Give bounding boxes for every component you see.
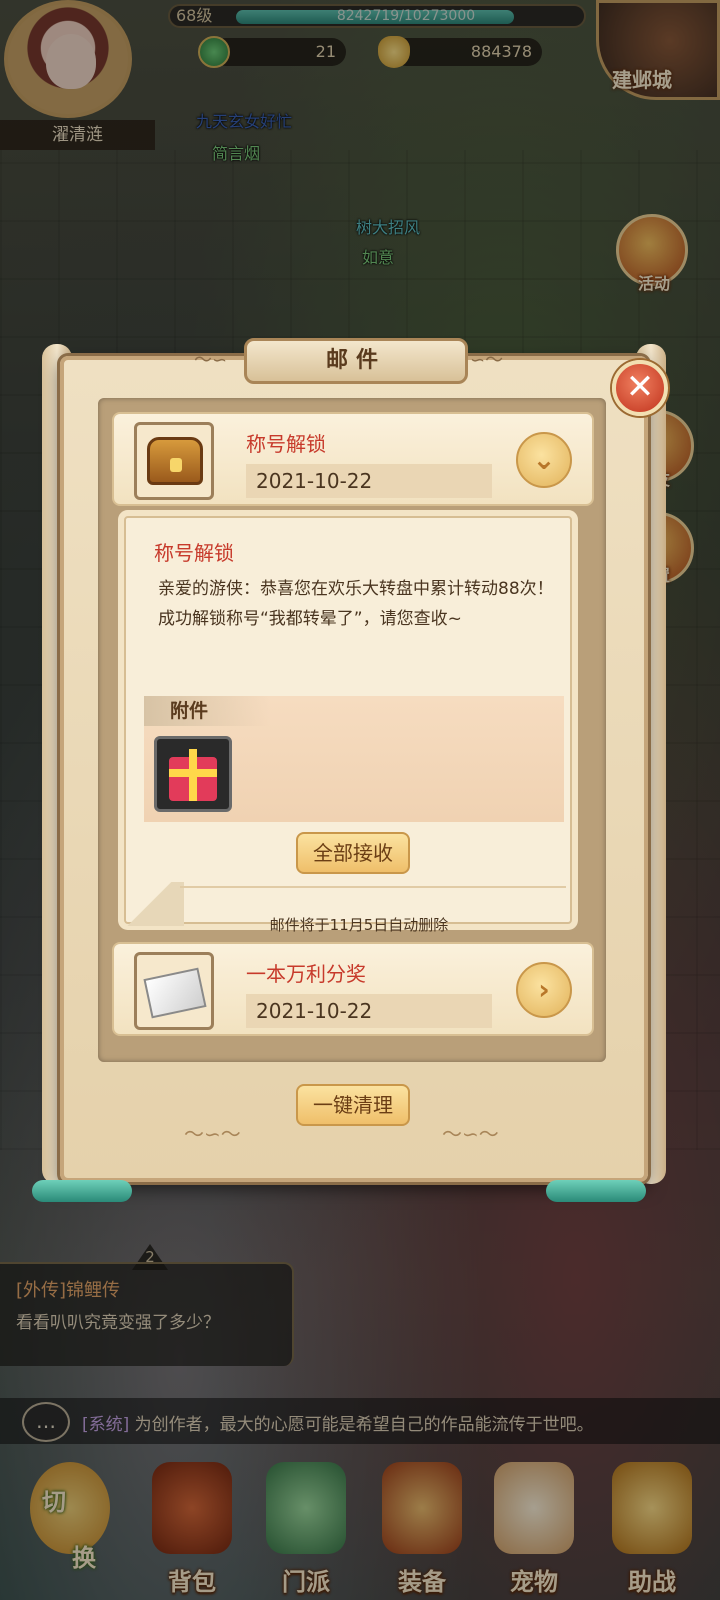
mail-title: 称号解锁 [246,432,326,456]
chevron-down-icon: ⌄ [532,443,556,476]
mail-title: 一本万利分奖 [246,962,366,986]
mail-date: 2021-10-22 [246,464,492,498]
attachment-slot[interactable] [154,736,232,812]
detail-title: 称号解锁 [154,541,234,565]
attachment-label: 附件 [144,696,270,726]
receive-all-button[interactable]: 全部接收 [296,832,410,874]
dialog-title: 邮件 [244,338,468,384]
treasure-chest-icon [134,422,214,500]
detail-body: 亲爱的游侠：恭喜您在欢乐大转盘中累计转动88次！成功解锁称号“我都转晕了”，请您… [158,579,554,629]
chevron-right-icon: › [538,973,550,1006]
clean-all-button[interactable]: 一键清理 [296,1084,410,1126]
title-ornament-right: ∽～ [470,350,504,371]
mail-item[interactable]: 一本万利分奖 2021-10-22 › [112,942,594,1036]
divider [180,886,566,888]
footer-ornament-left: ～∽～ [184,1122,241,1146]
envelope-icon [134,952,214,1030]
collapse-button[interactable]: ⌄ [516,432,572,488]
cloud-ornament [546,1180,646,1202]
envelope-shape [143,967,207,1019]
mail-date: 2021-10-22 [246,994,492,1028]
cloud-ornament [32,1180,132,1202]
open-button[interactable]: › [516,962,572,1018]
close-icon: ✕ [625,367,655,407]
expire-note: 邮件将于11月5日自动删除 [269,916,449,934]
mail-item[interactable]: 称号解锁 2021-10-22 ⌄ [112,412,594,506]
chest-shape [147,437,203,485]
footer-ornament-right: ～∽～ [442,1122,499,1146]
gift-box-icon [169,749,217,801]
close-button[interactable]: ✕ [612,360,668,416]
